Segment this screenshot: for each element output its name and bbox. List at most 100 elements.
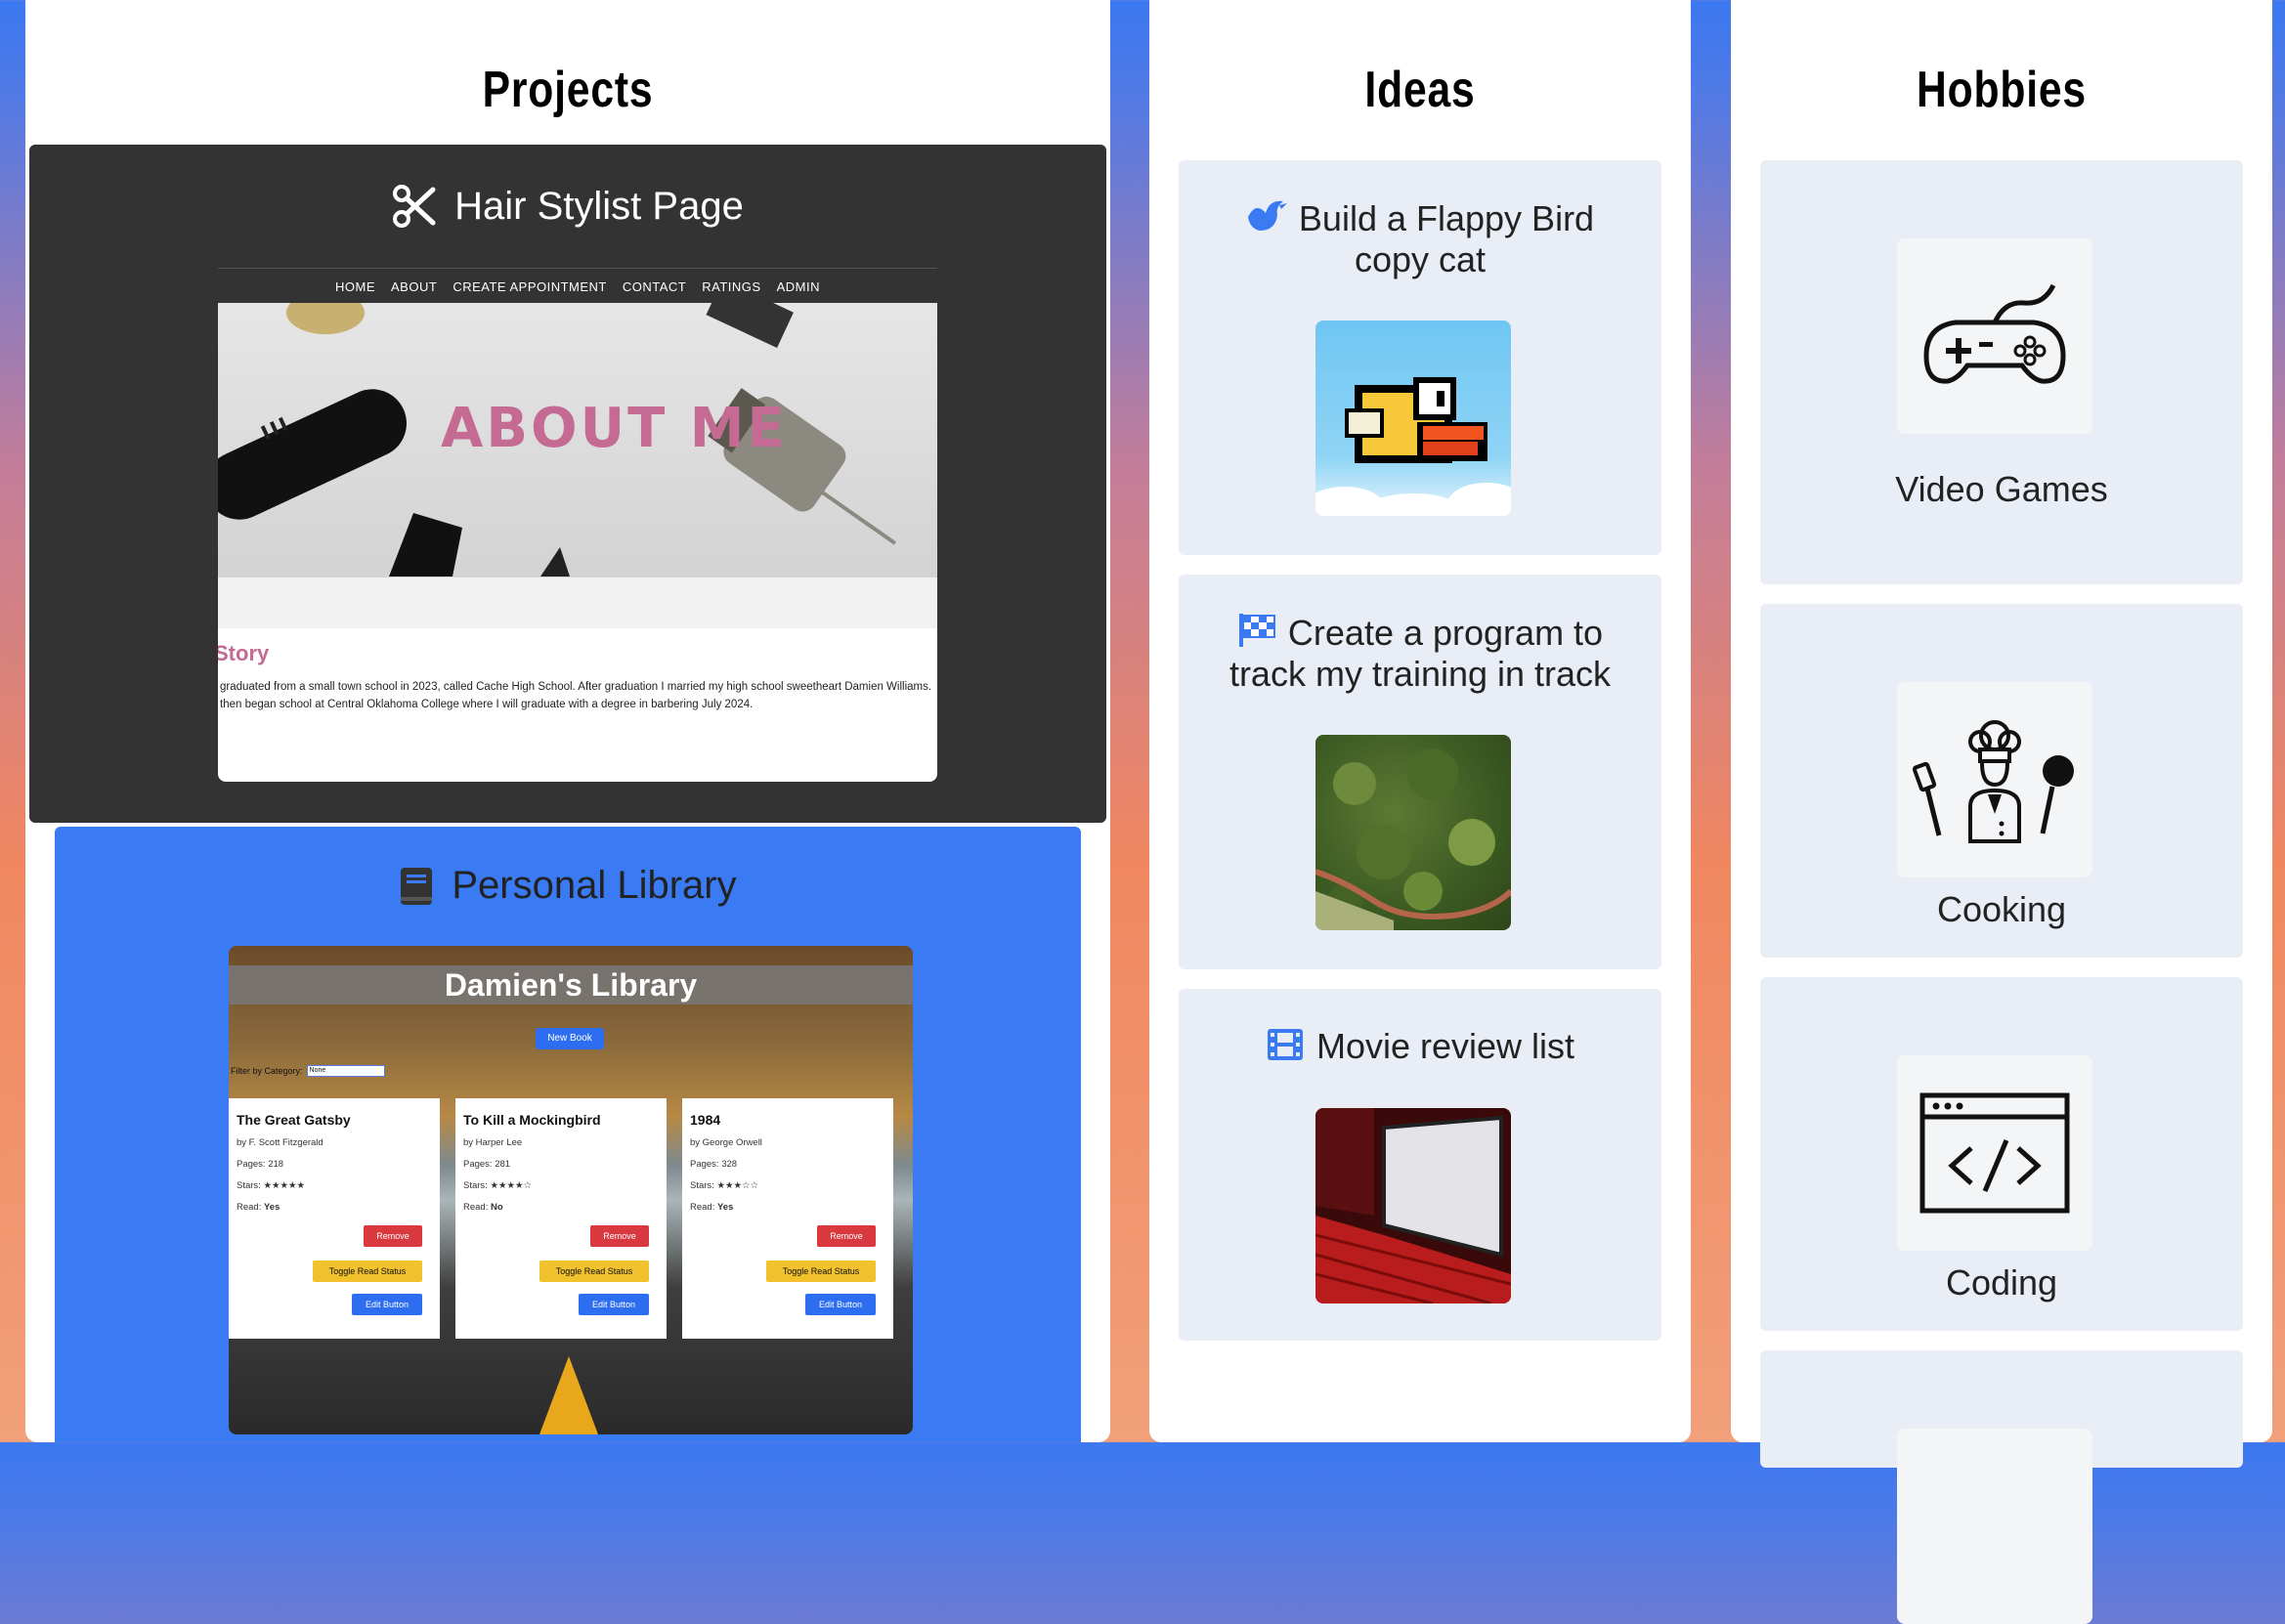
project-header: Personal Library	[55, 864, 1081, 908]
project-card-personal-library[interactable]: Personal Library Damien's Library New Bo…	[55, 827, 1081, 1442]
flappy-bird-image	[1315, 321, 1511, 516]
read-label: Read:	[463, 1202, 489, 1213]
read-label: Read:	[237, 1202, 262, 1213]
book-card: To Kill a Mockingbird by Harper Lee Page…	[455, 1098, 667, 1339]
idea-card-flappy-bird[interactable]: Build a Flappy Bird copy cat	[1179, 160, 1661, 555]
hobbies-column: Hobbies Video Games Cooking Coding	[1731, 0, 2272, 1624]
nav-home: HOME	[335, 278, 376, 294]
book-read: Read: No	[463, 1202, 503, 1213]
hobby-card-cooking[interactable]: Cooking	[1760, 604, 2243, 958]
chef-icon	[1912, 720, 2074, 843]
idea-line-1: Build a Flappy Bird	[1298, 198, 1595, 238]
nav-ratings: RATINGS	[702, 278, 761, 294]
story-heading: Story	[218, 641, 270, 665]
book-pages: Pages: 328	[690, 1159, 738, 1170]
code-window-icon	[1919, 1092, 2070, 1214]
hero-image: ABOUT ME	[218, 303, 937, 577]
hero-text: ABOUT ME	[441, 397, 788, 460]
hobby-card-coding[interactable]: Coding	[1760, 977, 2243, 1331]
nav-admin: ADMIN	[776, 278, 820, 294]
read-value: Yes	[264, 1202, 280, 1213]
hobby-tile	[1897, 238, 2092, 434]
edit-button[interactable]: Edit Button	[579, 1294, 649, 1315]
remove-button[interactable]: Remove	[364, 1225, 422, 1247]
book-read: Read: Yes	[690, 1202, 733, 1213]
book-pages: Pages: 281	[463, 1159, 511, 1170]
project-header: Hair Stylist Page	[29, 184, 1106, 229]
library-preview[interactable]: Damien's Library New Book Filter by Cate…	[229, 946, 913, 1434]
book-card: 1984 by George Orwell Pages: 328 Stars: …	[682, 1098, 893, 1339]
library-title: Damien's Library	[229, 965, 913, 1004]
film-icon	[1267, 1029, 1303, 1060]
idea-card-movie-review[interactable]: Movie review list	[1179, 989, 1661, 1341]
edit-button[interactable]: Edit Button	[352, 1294, 422, 1315]
ideas-title: Ideas	[1364, 62, 1476, 118]
nav-about: ABOUT	[391, 278, 438, 294]
preview-nav: HOME ABOUT CREATE APPOINTMENT CONTACT RA…	[218, 268, 937, 304]
hobby-card-partial[interactable]	[1760, 1350, 2243, 1624]
idea-line-2: copy cat	[1354, 239, 1487, 279]
category-filter: Filter by Category: None	[231, 1065, 385, 1077]
track-illustration	[1315, 748, 1511, 930]
book-read: Read: Yes	[237, 1202, 280, 1213]
book-author: by George Orwell	[690, 1137, 762, 1148]
idea-line-1: Movie review list	[1315, 1026, 1575, 1066]
hobby-tile	[1897, 1429, 2092, 1624]
idea-heading: Build a Flappy Bird copy cat	[1179, 197, 1661, 280]
hobby-label: Video Games	[1895, 469, 2108, 509]
book-stars: Stars: ★★★★★	[237, 1180, 306, 1191]
book-author: by F. Scott Fitzgerald	[237, 1137, 323, 1148]
filter-label: Filter by Category:	[231, 1066, 303, 1076]
track-aerial-image	[1315, 735, 1511, 930]
remove-button[interactable]: Remove	[590, 1225, 649, 1247]
idea-card-track-training[interactable]: Create a program to track my training in…	[1179, 575, 1661, 969]
scissors-icon	[393, 185, 436, 228]
bird-icon	[1247, 200, 1287, 231]
idea-line-1: Create a program to	[1287, 613, 1604, 653]
hobby-tile	[1897, 1055, 2092, 1251]
project-title: Hair Stylist Page	[454, 184, 744, 228]
hobby-tile	[1897, 682, 2092, 877]
book-card: The Great Gatsby by F. Scott Fitzgerald …	[229, 1098, 440, 1339]
ideas-column: Ideas Build a Flappy Bird copy cat Creat…	[1149, 0, 1691, 1442]
read-value: No	[491, 1202, 503, 1213]
new-book-button[interactable]: New Book	[536, 1028, 604, 1049]
book-title: 1984	[690, 1112, 721, 1128]
idea-line-2: track my training in track	[1229, 654, 1612, 694]
book-author: by Harper Lee	[463, 1137, 523, 1148]
project-title: Personal Library	[452, 864, 737, 907]
book-title: The Great Gatsby	[237, 1112, 351, 1128]
toggle-read-button[interactable]: Toggle Read Status	[539, 1261, 649, 1282]
idea-heading: Create a program to track my training in…	[1179, 612, 1661, 695]
hobby-label: Cooking	[1936, 889, 2067, 929]
hobby-card-video-games[interactable]: Video Games	[1760, 160, 2243, 584]
gamepad-icon	[1923, 283, 2066, 384]
book-icon	[401, 867, 433, 905]
project-card-hair-stylist[interactable]: Hair Stylist Page HOME ABOUT CREATE APPO…	[29, 145, 1106, 823]
nav-contact: CONTACT	[622, 278, 687, 294]
story-line-1: graduated from a small town school in 20…	[220, 681, 932, 693]
road-line-decoration	[539, 1356, 598, 1434]
filter-select[interactable]: None	[306, 1065, 385, 1077]
pixel-bird-illustration	[1315, 377, 1511, 516]
hair-stylist-preview[interactable]: HOME ABOUT CREATE APPOINTMENT CONTACT RA…	[218, 268, 937, 782]
toggle-read-button[interactable]: Toggle Read Status	[766, 1261, 876, 1282]
projects-column: Projects Hair Stylist Page HOME ABOUT CR…	[25, 0, 1110, 1442]
read-value: Yes	[717, 1202, 734, 1213]
projects-title: Projects	[482, 62, 654, 118]
book-pages: Pages: 218	[237, 1159, 284, 1170]
nav-create-appointment: CREATE APPOINTMENT	[453, 278, 607, 294]
toggle-read-button[interactable]: Toggle Read Status	[313, 1261, 422, 1282]
hobby-label: Coding	[1945, 1262, 2058, 1303]
story-line-2: then began school at Central Oklahoma Co…	[220, 699, 754, 710]
read-label: Read:	[690, 1202, 715, 1213]
cinema-illustration	[1315, 1108, 1511, 1303]
preview-band	[218, 577, 937, 628]
checkered-flag-icon	[1238, 614, 1275, 647]
edit-button[interactable]: Edit Button	[805, 1294, 876, 1315]
remove-button[interactable]: Remove	[817, 1225, 876, 1247]
hobbies-title: Hobbies	[1917, 62, 2087, 118]
book-stars: Stars: ★★★★☆	[463, 1180, 533, 1191]
book-stars: Stars: ★★★☆☆	[690, 1180, 759, 1191]
cinema-image	[1315, 1108, 1511, 1303]
